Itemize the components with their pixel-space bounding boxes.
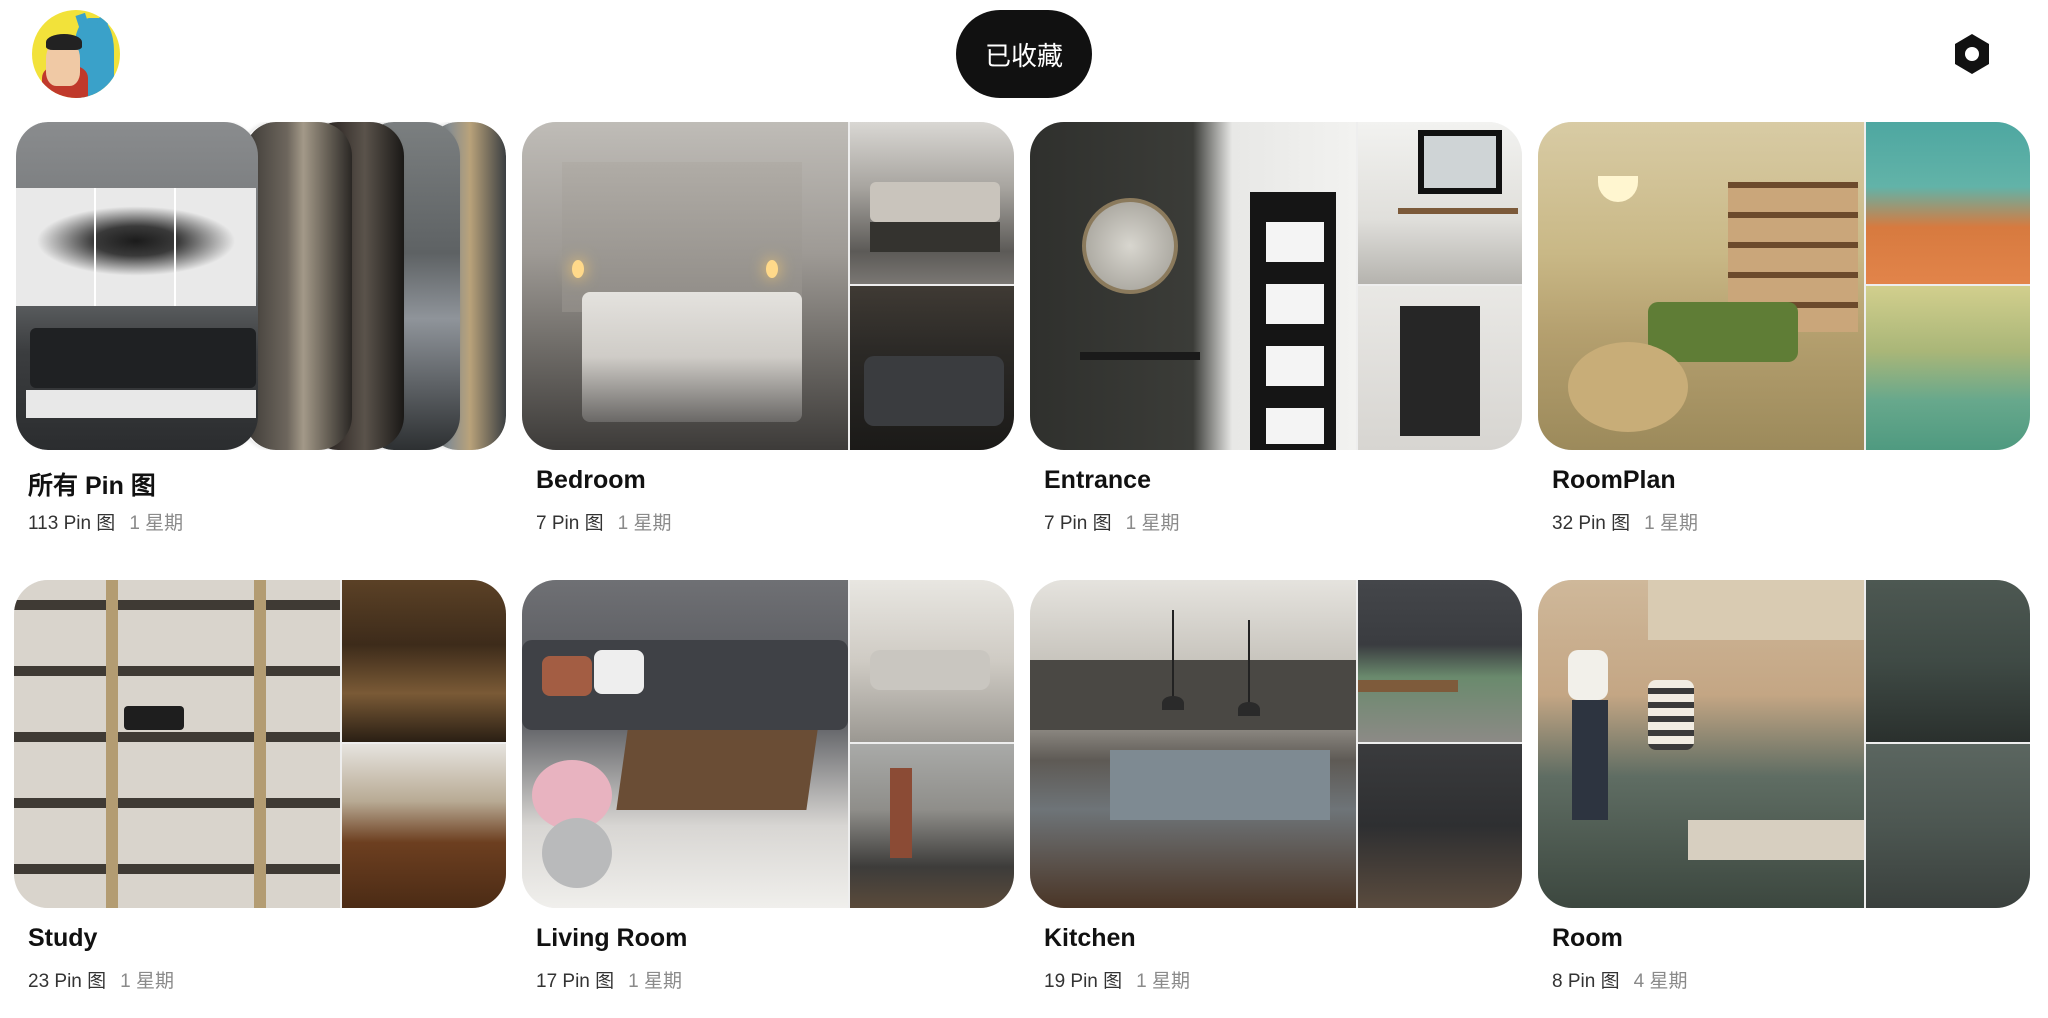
board-title: Study <box>28 924 98 952</box>
board-pin-count: 32 Pin 图 <box>1552 513 1631 534</box>
board-meta: 113 Pin 图 1 星期 <box>28 508 183 535</box>
board-title: 所有 Pin 图 <box>28 472 156 500</box>
board-title: Room <box>1552 924 1623 952</box>
saved-tab-button[interactable]: 已收藏 <box>956 10 1092 98</box>
board-updated-age: 4 星期 <box>1633 971 1688 992</box>
board-updated-age: 1 星期 <box>1136 971 1191 992</box>
board-cover-collage <box>522 580 1014 908</box>
board-card-kitchen[interactable]: Kitchen 19 Pin 图 1 星期 <box>1030 580 1522 1000</box>
board-title: Living Room <box>536 924 688 952</box>
board-updated-age: 1 星期 <box>628 971 683 992</box>
board-card-study[interactable]: Study 23 Pin 图 1 星期 <box>14 580 506 1000</box>
board-card-living-room[interactable]: Living Room 17 Pin 图 1 星期 <box>522 580 1014 1000</box>
profile-avatar[interactable] <box>32 10 120 98</box>
board-meta: 7 Pin 图 1 星期 <box>1044 508 1179 535</box>
board-meta: 19 Pin 图 1 星期 <box>1044 966 1190 993</box>
board-cover-collage <box>14 580 506 908</box>
board-pin-count: 17 Pin 图 <box>536 971 615 992</box>
board-pin-count: 19 Pin 图 <box>1044 971 1123 992</box>
board-updated-age: 1 星期 <box>617 513 672 534</box>
board-updated-age: 1 星期 <box>120 971 175 992</box>
board-updated-age: 1 星期 <box>129 513 184 534</box>
board-meta: 32 Pin 图 1 星期 <box>1552 508 1698 535</box>
board-meta: 23 Pin 图 1 星期 <box>28 966 174 993</box>
board-updated-age: 1 星期 <box>1125 513 1180 534</box>
board-title: RoomPlan <box>1552 466 1676 494</box>
board-pin-count: 113 Pin 图 <box>28 513 116 534</box>
board-pin-count: 23 Pin 图 <box>28 971 107 992</box>
board-title: Entrance <box>1044 466 1151 494</box>
board-updated-age: 1 星期 <box>1644 513 1699 534</box>
board-pin-count: 8 Pin 图 <box>1552 971 1620 992</box>
hexagon-settings-icon <box>1955 34 1989 74</box>
board-meta: 17 Pin 图 1 星期 <box>536 966 682 993</box>
board-meta: 8 Pin 图 4 星期 <box>1552 966 1687 993</box>
board-card-bedroom[interactable]: Bedroom 7 Pin 图 1 星期 <box>522 122 1014 542</box>
board-card-all-pins[interactable]: 所有 Pin 图 113 Pin 图 1 星期 <box>14 122 506 542</box>
board-title: Bedroom <box>536 466 646 494</box>
board-card-entrance[interactable]: Entrance 7 Pin 图 1 星期 <box>1030 122 1522 542</box>
board-cover-collage <box>1030 122 1522 450</box>
board-card-room[interactable]: Room 8 Pin 图 4 星期 <box>1538 580 2030 1000</box>
board-title: Kitchen <box>1044 924 1136 952</box>
board-cover-collage <box>522 122 1014 450</box>
board-cover-collage <box>1538 122 2030 450</box>
board-cover-collage <box>1030 580 1522 908</box>
board-cover-collage <box>14 122 506 450</box>
board-meta: 7 Pin 图 1 星期 <box>536 508 671 535</box>
board-cover-collage <box>1538 580 2030 908</box>
board-pin-count: 7 Pin 图 <box>536 513 604 534</box>
saved-tab-label: 已收藏 <box>984 41 1063 72</box>
board-pin-count: 7 Pin 图 <box>1044 513 1112 534</box>
board-card-roomplan[interactable]: RoomPlan 32 Pin 图 1 星期 <box>1538 122 2030 542</box>
settings-button[interactable] <box>1950 30 1994 78</box>
